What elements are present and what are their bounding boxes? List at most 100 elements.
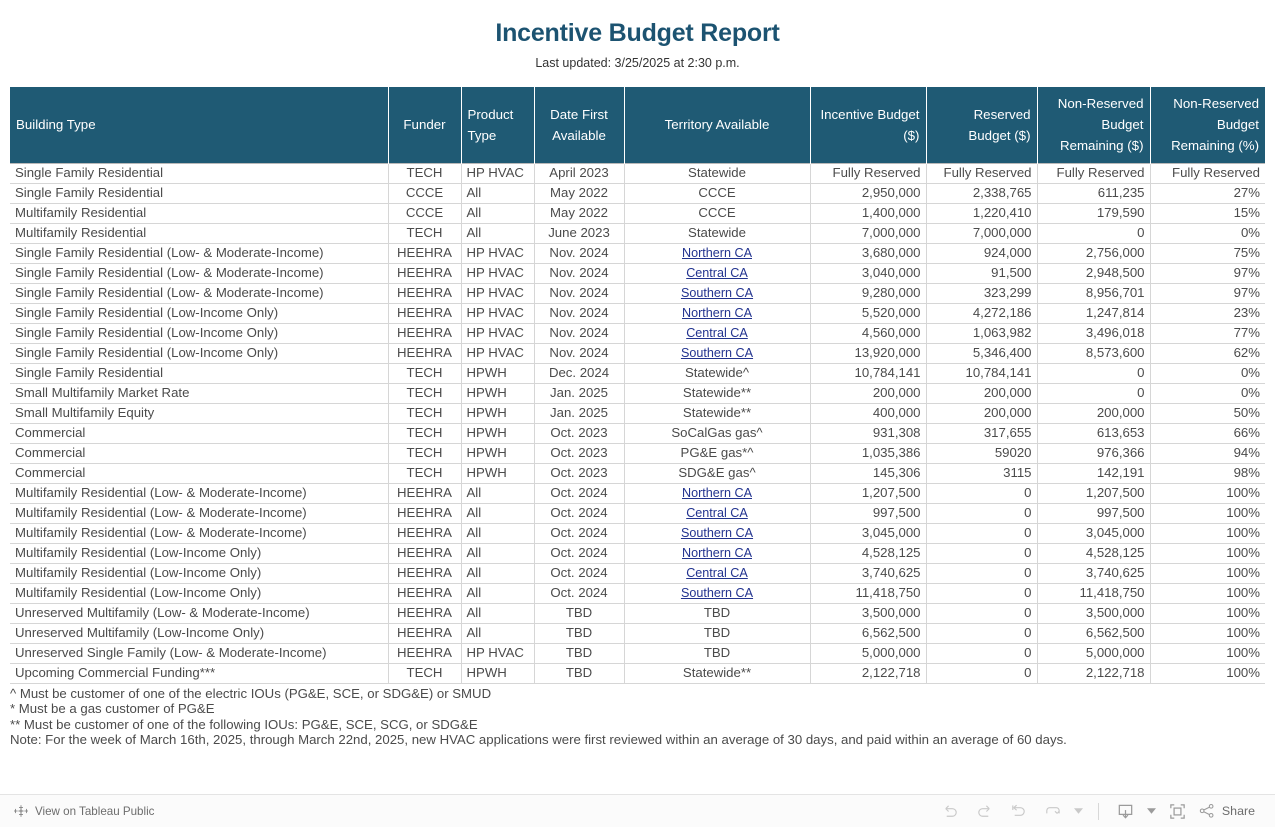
table-row[interactable]: Single Family Residential (Low- & Modera… bbox=[10, 263, 1265, 284]
cell-product-type: HP HVAC bbox=[461, 343, 535, 364]
cell-territory-available[interactable]: Northern CA bbox=[624, 483, 811, 504]
territory-link[interactable]: Central CA bbox=[686, 326, 748, 340]
table-row[interactable]: Single Family Residential TECH HP HVAC Apri… bbox=[10, 163, 1265, 184]
table-row[interactable]: Multifamily Residential (Low-Income Only… bbox=[10, 543, 1265, 564]
cell-incentive-budget: 10,784,141 bbox=[810, 363, 927, 384]
territory-link[interactable]: Northern CA bbox=[682, 246, 752, 260]
cell-reserved-budget: 5,346,400 bbox=[926, 343, 1038, 364]
cell-reserved-budget: 59020 bbox=[926, 443, 1038, 464]
territory-link[interactable]: Central CA bbox=[686, 566, 748, 580]
table-row[interactable]: Single Family Residential (Low- & Modera… bbox=[10, 283, 1265, 304]
share-label: Share bbox=[1221, 804, 1255, 818]
cell-building-type: Multifamily Residential (Low- & Moderate… bbox=[10, 503, 389, 524]
cell-date-first-available: TBD bbox=[534, 643, 625, 664]
cell-territory-available[interactable]: Southern CA bbox=[624, 583, 811, 604]
fullscreen-button[interactable] bbox=[1162, 798, 1194, 824]
cell-building-type: Small Multifamily Equity bbox=[10, 403, 389, 424]
cell-non-reserved-remaining: 0 bbox=[1037, 363, 1151, 384]
view-on-tableau-public-link[interactable]: View on Tableau Public bbox=[14, 804, 154, 818]
share-button[interactable]: Share bbox=[1196, 798, 1261, 824]
table-row[interactable]: Multifamily Residential TECH All June 2023 S… bbox=[10, 223, 1265, 244]
table-header: Building Type Funder Product Type Date F… bbox=[10, 87, 1265, 164]
column-header-funder[interactable]: Funder bbox=[388, 87, 462, 164]
cell-date-first-available: Oct. 2023 bbox=[534, 443, 625, 464]
cell-territory-available[interactable]: Northern CA bbox=[624, 543, 811, 564]
table-row[interactable]: Single Family Residential TECH HPWH Dec. 20… bbox=[10, 363, 1265, 384]
table-row[interactable]: Unreserved Multifamily (Low-Income Only)… bbox=[10, 623, 1265, 644]
revert-button[interactable] bbox=[1003, 798, 1035, 824]
table-row[interactable]: Upcoming Commercial Funding*** TECH HPWH TB… bbox=[10, 663, 1265, 684]
cell-reserved-budget: 0 bbox=[926, 543, 1038, 564]
column-header-date-first-available[interactable]: Date First Available bbox=[534, 87, 625, 164]
cell-territory-available[interactable]: Northern CA bbox=[624, 303, 811, 324]
table-row[interactable]: Unreserved Multifamily (Low- & Moderate-… bbox=[10, 603, 1265, 624]
table-row[interactable]: Single Family Residential (Low-Income On… bbox=[10, 303, 1265, 324]
cell-territory-available[interactable]: Southern CA bbox=[624, 283, 811, 304]
table-row[interactable]: Small Multifamily Equity TECH HPWH Jan. 202… bbox=[10, 403, 1265, 424]
table-row[interactable]: Commercial TECH HPWH Oct. 2023 SoCalGas gas^… bbox=[10, 423, 1265, 444]
refresh-button[interactable] bbox=[1037, 798, 1069, 824]
cell-territory-available[interactable]: Southern CA bbox=[624, 343, 811, 364]
territory-link[interactable]: Southern CA bbox=[681, 526, 753, 540]
cell-territory-available[interactable]: Central CA bbox=[624, 503, 811, 524]
table-row[interactable]: Single Family Residential (Low- & Modera… bbox=[10, 243, 1265, 264]
cell-funder: HEEHRA bbox=[388, 283, 462, 304]
column-header-non-reserved-remaining-percent[interactable]: Non-Reserved Budget Remaining (%) bbox=[1150, 87, 1265, 164]
table-row[interactable]: Multifamily Residential (Low- & Moderate… bbox=[10, 483, 1265, 504]
column-header-product-type[interactable]: Product Type bbox=[461, 87, 535, 164]
column-header-reserved-budget[interactable]: Reserved Budget ($) bbox=[926, 87, 1038, 164]
column-header-non-reserved-remaining-dollars[interactable]: Non-Reserved Budget Remaining ($) bbox=[1037, 87, 1151, 164]
cell-territory-available: Statewide** bbox=[624, 663, 811, 684]
table-row[interactable]: Single Family Residential CCCE All May 2022… bbox=[10, 183, 1265, 204]
table-row[interactable]: Small Multifamily Market Rate TECH HPWH Jan… bbox=[10, 383, 1265, 404]
refresh-dropdown-caret-icon[interactable] bbox=[1071, 798, 1087, 824]
cell-reserved-budget: 200,000 bbox=[926, 383, 1038, 404]
cell-non-reserved-remaining: 997,500 bbox=[1037, 503, 1151, 524]
cell-non-reserved-remaining: 8,956,701 bbox=[1037, 283, 1151, 304]
table-row[interactable]: Multifamily Residential (Low-Income Only… bbox=[10, 563, 1265, 584]
undo-button[interactable] bbox=[935, 798, 967, 824]
cell-territory-available[interactable]: Southern CA bbox=[624, 523, 811, 544]
bottom-toolbar: View on Tableau Public Share bbox=[0, 794, 1275, 827]
territory-link[interactable]: Northern CA bbox=[682, 306, 752, 320]
download-button[interactable] bbox=[1110, 798, 1142, 824]
cell-incentive-budget: 5,520,000 bbox=[810, 303, 927, 324]
table-row[interactable]: Multifamily Residential CCCE All May 2022 CC… bbox=[10, 203, 1265, 224]
cell-territory-available[interactable]: Central CA bbox=[624, 563, 811, 584]
column-header-building-type[interactable]: Building Type bbox=[10, 87, 389, 164]
cell-building-type: Unreserved Multifamily (Low- & Moderate-… bbox=[10, 603, 389, 624]
cell-non-reserved-percent: 100% bbox=[1150, 563, 1265, 584]
territory-link[interactable]: Central CA bbox=[686, 266, 748, 280]
table-row[interactable]: Unreserved Single Family (Low- & Moderat… bbox=[10, 643, 1265, 664]
cell-date-first-available: TBD bbox=[534, 603, 625, 624]
download-dropdown-caret-icon[interactable] bbox=[1144, 798, 1160, 824]
cell-territory-available[interactable]: Central CA bbox=[624, 323, 811, 344]
footnote-line: * Must be a gas customer of PG&E bbox=[10, 701, 215, 717]
table-row[interactable]: Multifamily Residential (Low-Income Only… bbox=[10, 583, 1265, 604]
column-header-incentive-budget[interactable]: Incentive Budget ($) bbox=[810, 87, 927, 164]
cell-product-type: HPWH bbox=[461, 663, 535, 684]
cell-incentive-budget: 5,000,000 bbox=[810, 643, 927, 664]
table-row[interactable]: Commercial TECH HPWH Oct. 2023 PG&E gas*^ 1,0… bbox=[10, 443, 1265, 464]
cell-territory-available[interactable]: Northern CA bbox=[624, 243, 811, 264]
table-row[interactable]: Single Family Residential (Low-Income On… bbox=[10, 343, 1265, 364]
territory-link[interactable]: Northern CA bbox=[682, 546, 752, 560]
territory-link[interactable]: Southern CA bbox=[681, 586, 753, 600]
cell-product-type: All bbox=[461, 523, 535, 544]
table-header-row: Building Type Funder Product Type Date F… bbox=[10, 87, 1265, 164]
cell-building-type: Upcoming Commercial Funding*** bbox=[10, 663, 389, 684]
table-row[interactable]: Multifamily Residential (Low- & Moderate… bbox=[10, 523, 1265, 544]
territory-link[interactable]: Southern CA bbox=[681, 346, 753, 360]
cell-territory-available[interactable]: Central CA bbox=[624, 263, 811, 284]
cell-reserved-budget: 200,000 bbox=[926, 403, 1038, 424]
table-row[interactable]: Multifamily Residential (Low- & Moderate… bbox=[10, 503, 1265, 524]
territory-link[interactable]: Northern CA bbox=[682, 486, 752, 500]
cell-reserved-budget: 0 bbox=[926, 663, 1038, 684]
table-row[interactable]: Single Family Residential (Low-Income On… bbox=[10, 323, 1265, 344]
table-row[interactable]: Commercial TECH HPWH Oct. 2023 SDG&E gas^ 145… bbox=[10, 463, 1265, 484]
territory-link[interactable]: Central CA bbox=[686, 506, 748, 520]
column-header-territory-available[interactable]: Territory Available bbox=[624, 87, 811, 164]
cell-reserved-budget: 0 bbox=[926, 563, 1038, 584]
redo-button[interactable] bbox=[969, 798, 1001, 824]
territory-link[interactable]: Southern CA bbox=[681, 286, 753, 300]
